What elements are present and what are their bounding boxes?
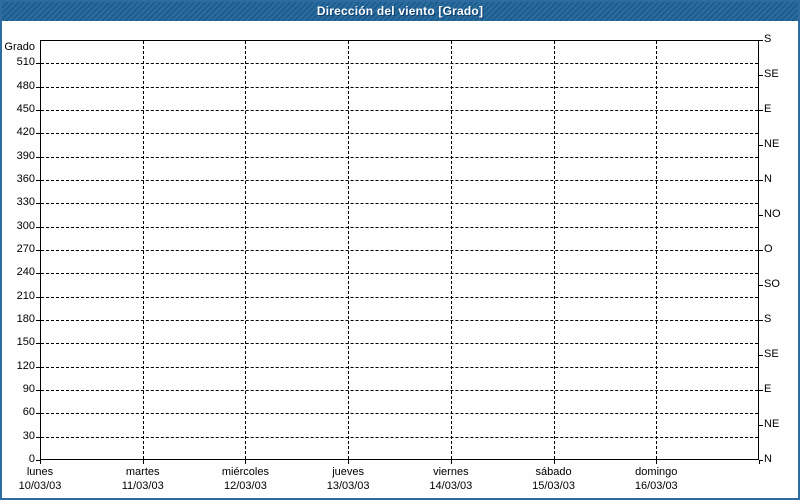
day-date-label: 16/03/03 xyxy=(634,480,678,492)
y-axis-tick-label: 300 xyxy=(16,219,35,232)
compass-tick-label: SE xyxy=(764,68,779,80)
compass-tick-label: SO xyxy=(764,278,780,290)
compass-axis-tick-mark xyxy=(759,250,763,251)
compass-tick-label: NE xyxy=(764,138,780,150)
y-axis-tick-label: 210 xyxy=(16,289,35,302)
y-axis-tick-mark xyxy=(36,413,40,415)
y-axis-tick-mark xyxy=(36,436,40,438)
compass-tick-label: NE xyxy=(764,418,780,430)
day-name-label: martes xyxy=(125,466,160,478)
x-axis-day-label: lunes 10/03/03 xyxy=(0,465,91,493)
compass-axis-tick-mark xyxy=(759,75,763,76)
plot-area xyxy=(40,40,759,460)
x-axis-day-label: miércoles 12/03/03 xyxy=(194,465,296,493)
y-axis-tick-mark xyxy=(36,226,40,228)
compass-tick-label: NO xyxy=(764,208,781,220)
x-axis-tick-mark xyxy=(40,460,41,464)
compass-axis-tick-mark xyxy=(759,180,763,181)
x-axis-day-label: jueves 13/03/03 xyxy=(297,465,399,493)
chart-window: Dirección del viento [Grado] 0 30 60 90 120 1… xyxy=(0,0,800,500)
y-axis-tick-label: 420 xyxy=(16,126,35,139)
x-axis-tick-mark xyxy=(348,460,350,464)
compass-tick-label: S xyxy=(764,313,772,325)
y-axis-tick-mark xyxy=(36,156,40,158)
x-axis-day-label: domingo 16/03/03 xyxy=(605,465,707,493)
compass-tick-label: N xyxy=(764,453,772,465)
y-axis-tick-label: 60 xyxy=(22,406,35,419)
compass-axis-tick-mark xyxy=(759,355,763,356)
y-axis-tick-mark xyxy=(36,110,40,111)
day-name-label: miércoles xyxy=(221,466,269,478)
chart-title: Dirección del viento [Grado] xyxy=(316,3,484,18)
compass-axis-tick-mark xyxy=(759,145,763,146)
y-axis-tick-label: 240 xyxy=(16,266,35,279)
compass-tick-label: E xyxy=(764,383,772,395)
compass-tick-label: O xyxy=(764,243,773,255)
y-axis-tick-mark xyxy=(36,250,40,251)
x-axis-tick-mark xyxy=(450,460,452,464)
y-axis-tick-mark xyxy=(36,390,40,391)
compass-axis-tick-mark xyxy=(759,285,763,286)
y-axis-tick-label: 90 xyxy=(22,383,35,395)
y-axis-tick-label: 450 xyxy=(16,103,35,115)
x-axis-tick-mark xyxy=(142,460,144,464)
day-date-label: 14/03/03 xyxy=(429,480,473,492)
day-date-label: 13/03/03 xyxy=(326,480,370,492)
y-axis-tick-label: 180 xyxy=(16,313,35,325)
compass-tick-label: S xyxy=(764,33,772,45)
y-axis-tick-mark xyxy=(36,366,40,368)
compass-tick-label: E xyxy=(764,103,772,115)
day-name-label: jueves xyxy=(332,466,365,478)
day-name-label: lunes xyxy=(26,466,54,478)
compass-tick-label: SE xyxy=(764,348,779,360)
x-axis-tick-mark xyxy=(553,460,555,464)
compass-axis-tick-mark xyxy=(759,390,763,391)
day-date-label: 15/03/03 xyxy=(532,480,575,492)
title-bar: Dirección del viento [Grado] xyxy=(0,0,800,21)
y-axis-tick-mark xyxy=(36,133,40,135)
y-axis-tick-mark xyxy=(36,63,40,65)
x-axis-day-label: sábado 15/03/03 xyxy=(503,465,605,493)
x-axis-tick-mark xyxy=(759,460,760,464)
y-axis-tick-mark xyxy=(36,203,40,205)
y-axis-tick-label: 150 xyxy=(16,336,35,349)
day-date-label: 10/03/03 xyxy=(18,480,62,492)
compass-axis-tick-mark xyxy=(759,320,763,321)
y-axis-tick-label: 510 xyxy=(16,56,35,69)
x-axis-day-label: viernes 14/03/03 xyxy=(400,465,502,493)
y-axis-tick-mark xyxy=(36,343,40,345)
y-axis-tick-label: 330 xyxy=(16,196,35,209)
day-name-label: viernes xyxy=(433,466,469,478)
day-name-label: sábado xyxy=(535,466,572,478)
y-axis-label-grado: Grado xyxy=(4,41,35,53)
y-axis-tick-label: 480 xyxy=(16,79,35,92)
x-axis-tick-mark xyxy=(245,460,247,464)
compass-tick-label: N xyxy=(764,173,772,185)
y-axis-tick-label: 360 xyxy=(16,173,35,185)
y-axis-tick-mark xyxy=(36,320,40,321)
y-axis-tick-mark xyxy=(36,180,40,181)
x-axis-day-label: martes 11/03/03 xyxy=(92,465,194,493)
y-axis-tick-mark xyxy=(36,86,40,88)
day-date-label: 11/03/03 xyxy=(121,480,164,492)
compass-axis-tick-mark xyxy=(759,110,763,111)
compass-axis-tick-mark xyxy=(759,425,763,426)
y-axis-tick-mark xyxy=(36,273,40,275)
y-axis-tick-label: 270 xyxy=(16,243,35,255)
y-axis-tick-mark xyxy=(36,296,40,298)
y-axis-tick-label: 30 xyxy=(22,429,35,442)
y-axis-tick-label: 120 xyxy=(16,359,35,372)
x-axis-tick-mark xyxy=(656,460,658,464)
day-name-label: domingo xyxy=(635,466,678,478)
compass-axis-tick-mark xyxy=(759,40,763,41)
compass-axis-tick-mark xyxy=(759,215,763,216)
y-axis-tick-label: 390 xyxy=(16,149,35,162)
day-date-label: 12/03/03 xyxy=(224,480,267,492)
